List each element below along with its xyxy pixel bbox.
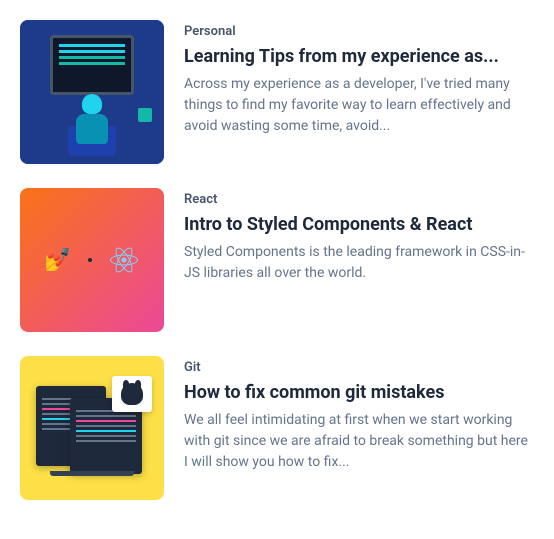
octocat-icon xyxy=(121,383,143,405)
git-illustration xyxy=(20,356,164,500)
article-thumbnail xyxy=(20,20,164,164)
nail-polish-icon: 💅 xyxy=(44,248,71,273)
github-card-icon xyxy=(112,376,152,412)
article-list: Personal Learning Tips from my experienc… xyxy=(20,20,534,500)
styled-components-illustration: 💅 xyxy=(20,188,164,332)
article-description: Styled Components is the leading framewo… xyxy=(184,242,534,284)
article-title: Intro to Styled Components & React xyxy=(184,213,534,236)
article-item[interactable]: 💅 React Intro to Styled Components & Rea… xyxy=(20,188,534,332)
react-icon xyxy=(108,244,140,276)
article-thumbnail xyxy=(20,356,164,500)
article-description: We all feel intimidating at first when w… xyxy=(184,410,534,473)
article-title: How to fix common git mistakes xyxy=(184,381,534,404)
article-category: Personal xyxy=(184,24,534,39)
separator-dot xyxy=(88,258,92,262)
article-thumbnail: 💅 xyxy=(20,188,164,332)
article-item[interactable]: Personal Learning Tips from my experienc… xyxy=(20,20,534,164)
article-item[interactable]: Git How to fix common git mistakes We al… xyxy=(20,356,534,500)
article-content: Personal Learning Tips from my experienc… xyxy=(184,20,534,164)
article-description: Across my experience as a developer, I'v… xyxy=(184,74,534,137)
article-title: Learning Tips from my experience as... xyxy=(184,45,534,68)
article-content: Git How to fix common git mistakes We al… xyxy=(184,356,534,500)
article-content: React Intro to Styled Components & React… xyxy=(184,188,534,332)
article-category: Git xyxy=(184,360,534,375)
laptop-base-icon xyxy=(50,471,134,476)
developer-illustration xyxy=(20,20,164,164)
article-category: React xyxy=(184,192,534,207)
